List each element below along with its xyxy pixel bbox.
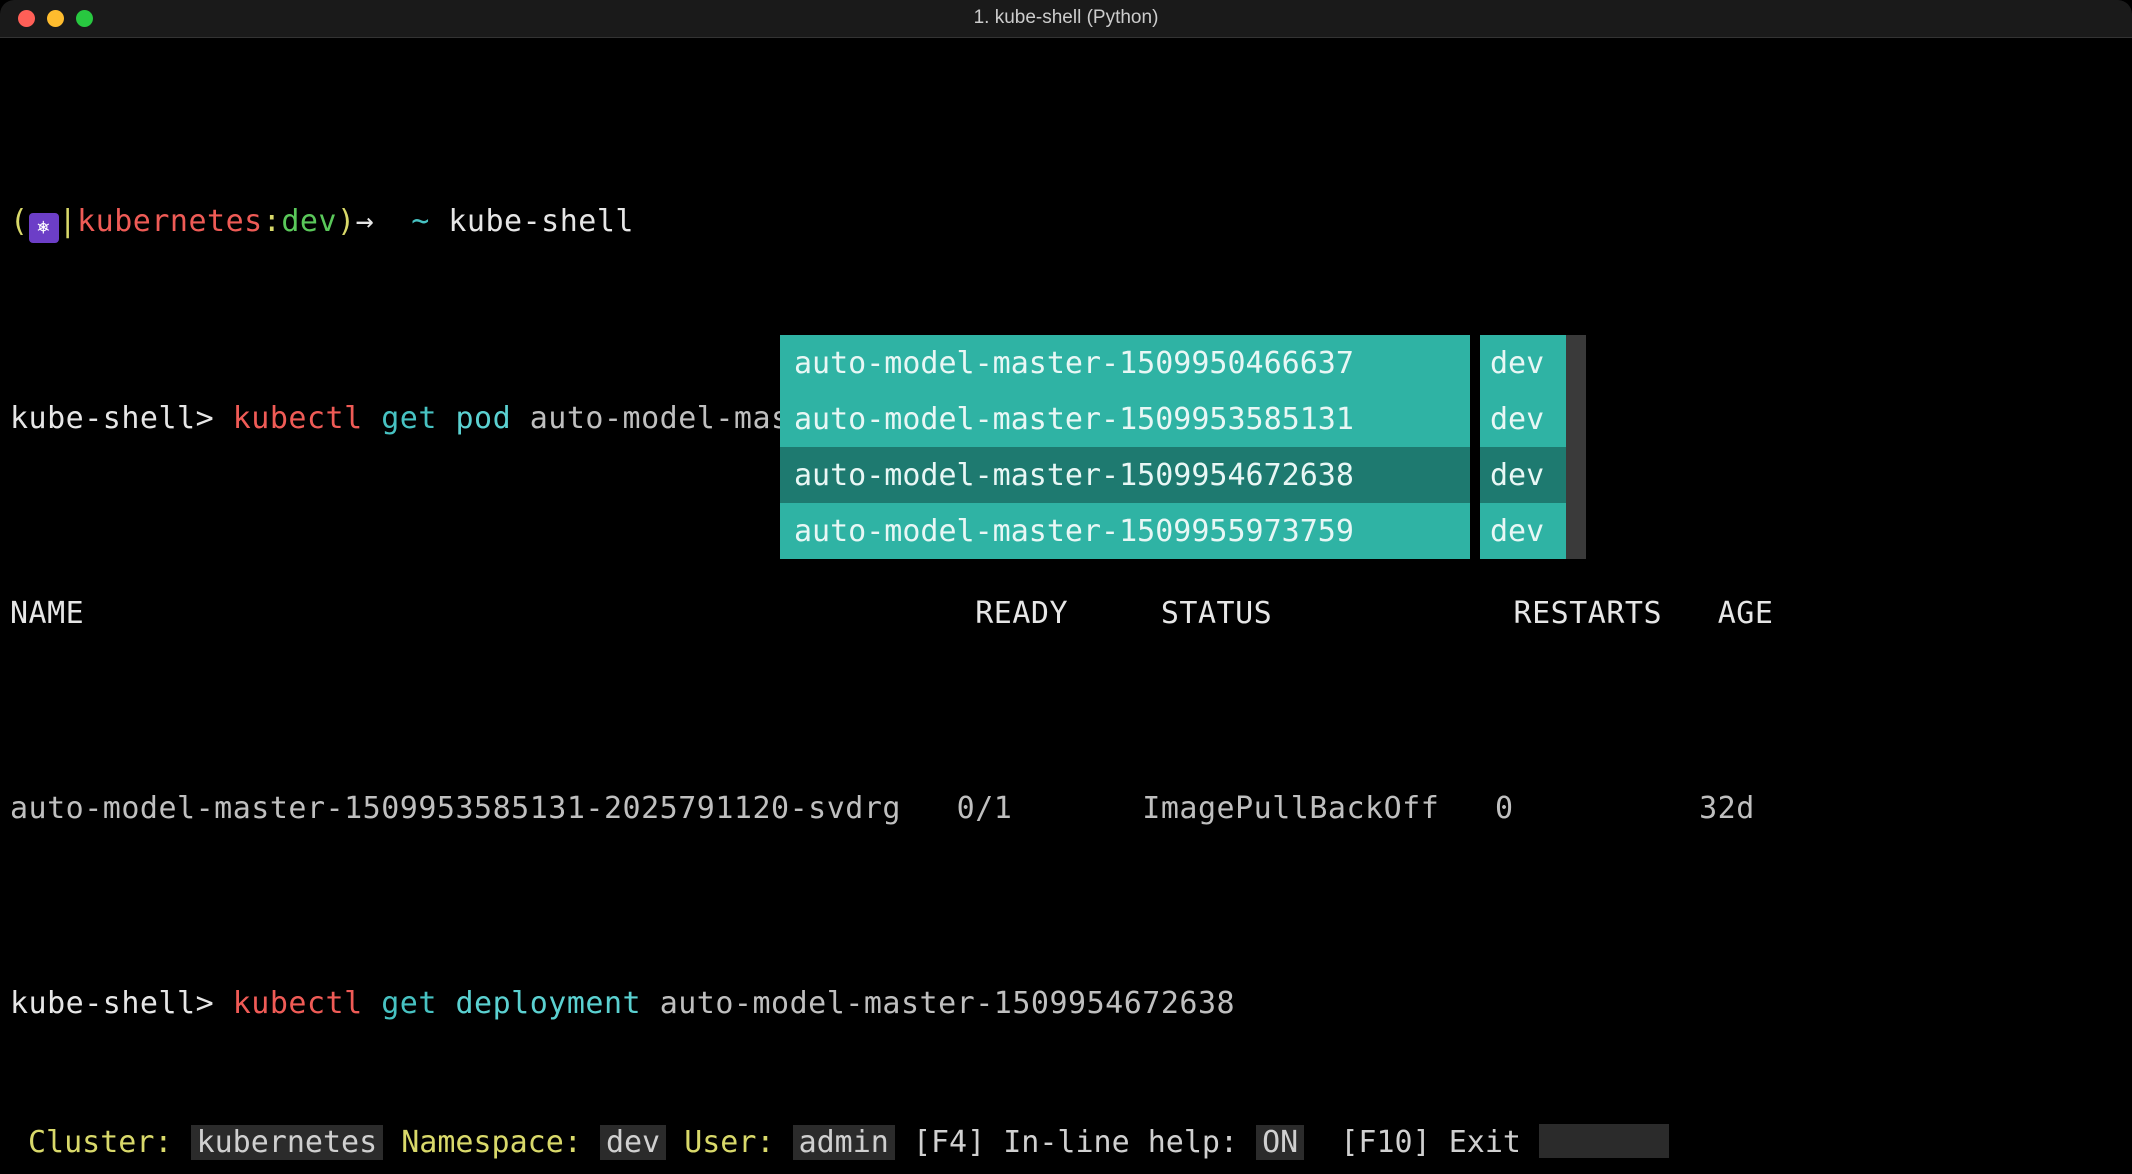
cell-ready: 0/1 [957,791,1013,826]
ps1-tilde: ~ [411,204,430,239]
ps1-cmd: kube-shell [448,204,634,239]
sb-user-val: admin [793,1125,895,1160]
hist1-verb: get [381,401,437,436]
autocomplete-item-ns: dev [1480,447,1566,503]
hist1-kind: pod [456,401,512,436]
hist1-prompt: kube-shell> [10,401,214,436]
titlebar: 1. kube-shell (Python) [0,0,2132,38]
sb-tail-block [1539,1124,1669,1158]
autocomplete-item-ns: dev [1480,503,1566,559]
col-name: NAME [10,596,84,631]
sb-cluster-key: Cluster: [28,1125,173,1160]
status-bar: Cluster: kubernetes Namespace: dev User:… [0,1123,2132,1162]
hist1-bin: kubectl [233,401,363,436]
cell-status: ImagePullBackOff [1142,791,1439,826]
ps1-colon: : [263,204,282,239]
cur-arg[interactable]: auto-model-master-1509954672638 [660,986,1235,1021]
autocomplete-item[interactable]: auto-model-master-1509955973759 dev [780,503,1566,559]
ps1-close: ) [337,204,356,239]
window-title: 1. kube-shell (Python) [0,6,2132,31]
pod-table-row: auto-model-master-1509953585131-20257911… [10,789,2122,828]
autocomplete-item[interactable]: auto-model-master-1509950466637 dev [780,335,1566,391]
maximize-icon[interactable] [76,10,93,27]
kube-icon: ⎈ [29,213,59,243]
sb-f10[interactable]: [F10] [1340,1125,1430,1160]
ps1-open: ( [10,204,29,239]
cur-verb: get [381,986,437,1021]
terminal-body[interactable]: (⎈|kubernetes:dev)→ ~ kube-shell kube-sh… [0,38,2132,1140]
cur-kind: deployment [456,986,642,1021]
autocomplete-scrollbar[interactable] [1566,335,1586,559]
cell-name: auto-model-master-1509953585131-20257911… [10,791,901,826]
autocomplete-item-name: auto-model-master-1509954672638 [780,447,1470,503]
ps1-namespace: dev [281,204,337,239]
close-icon[interactable] [18,10,35,27]
sb-ns-key: Namespace: [401,1125,582,1160]
col-ready: READY [975,596,1068,631]
traffic-lights [0,10,93,27]
autocomplete-dropdown[interactable]: auto-model-master-1509950466637 dev auto… [780,335,1586,559]
autocomplete-item-name: auto-model-master-1509950466637 [780,335,1470,391]
ps1-context: kubernetes [77,204,263,239]
sb-exit[interactable]: Exit [1449,1125,1521,1160]
autocomplete-item[interactable]: auto-model-master-1509953585131 dev [780,391,1566,447]
autocomplete-item-ns: dev [1480,391,1566,447]
minimize-icon[interactable] [47,10,64,27]
col-age: AGE [1718,596,1774,631]
sb-help-val: ON [1256,1125,1304,1160]
autocomplete-item-selected[interactable]: auto-model-master-1509954672638 dev [780,447,1566,503]
col-status: STATUS [1161,596,1272,631]
sb-user-key: User: [684,1125,774,1160]
cur-prompt: kube-shell> [10,986,214,1021]
cell-age: 32d [1699,791,1755,826]
ps1-arrow: → [356,204,375,239]
col-restarts: RESTARTS [1514,596,1663,631]
sb-help-key: In-line help: [1003,1125,1238,1160]
cell-restarts: 0 [1495,791,1514,826]
ps1-line: (⎈|kubernetes:dev)→ ~ kube-shell [10,202,2122,243]
current-input-line[interactable]: kube-shell> kubectl get deployment auto-… [10,984,2122,1023]
sb-cluster-val: kubernetes [191,1125,384,1160]
ps1-bar: | [59,204,78,239]
autocomplete-item-name: auto-model-master-1509955973759 [780,503,1470,559]
cur-bin: kubectl [233,986,363,1021]
terminal-window: 1. kube-shell (Python) (⎈|kubernetes:dev… [0,0,2132,1174]
sb-ns-val: dev [600,1125,666,1160]
autocomplete-item-ns: dev [1480,335,1566,391]
sb-f4[interactable]: [F4] [913,1125,985,1160]
autocomplete-item-name: auto-model-master-1509953585131 [780,391,1470,447]
pod-table-header: NAME READY STATUS RESTARTS AGE [10,594,2122,633]
